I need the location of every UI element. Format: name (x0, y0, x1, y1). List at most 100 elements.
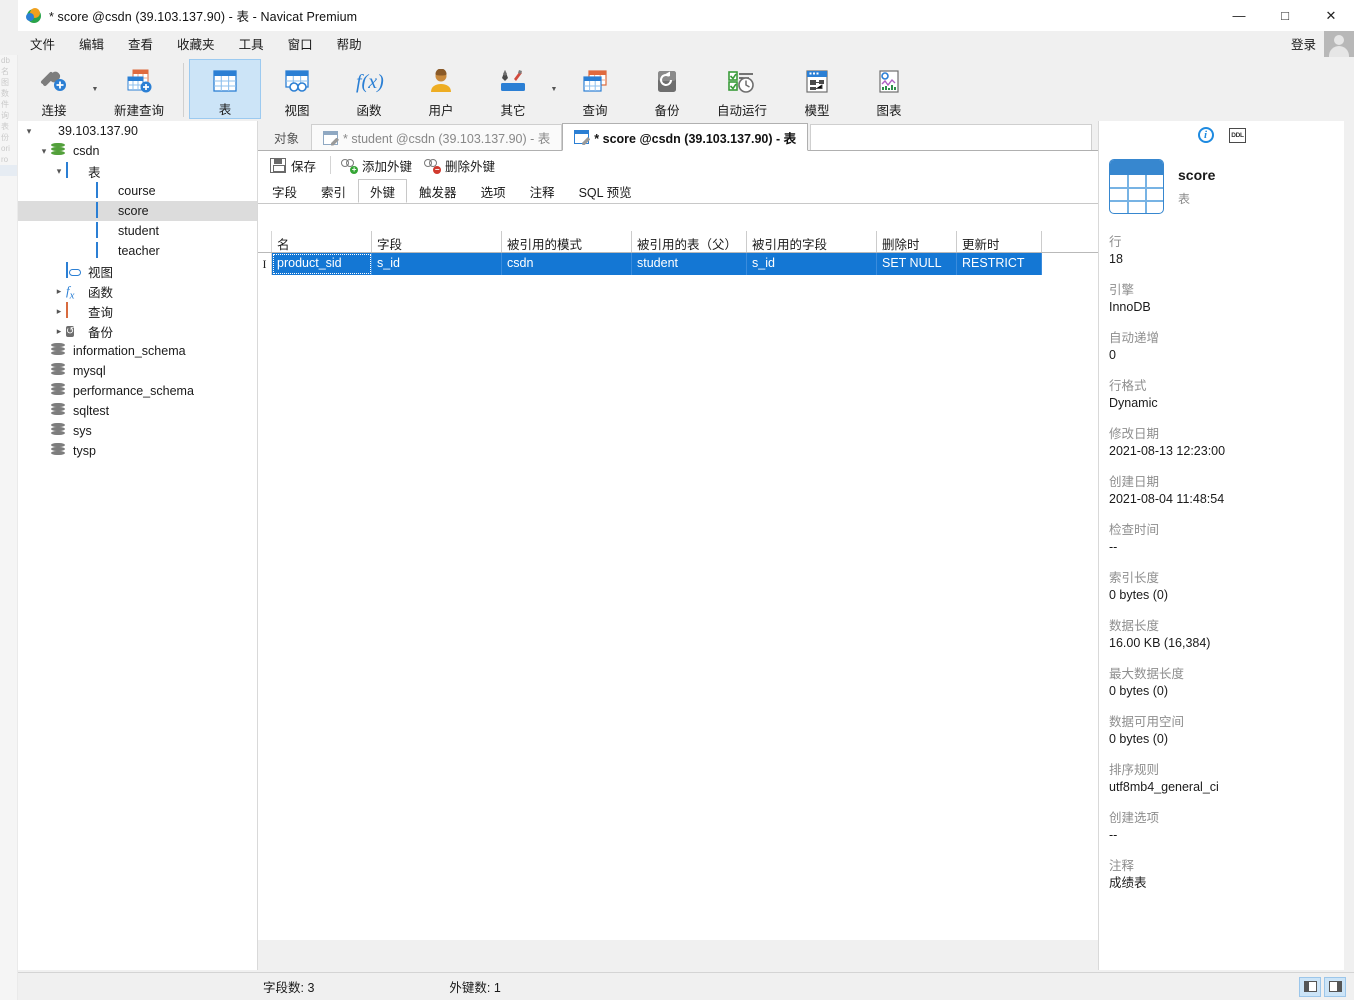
info-field: 最大数据长度 0 bytes (0) (1109, 666, 1344, 700)
tree-twisty-open-icon[interactable] (52, 166, 66, 177)
designer-tab-0[interactable]: 字段 (260, 180, 309, 203)
toolbar-new-query[interactable]: 新建查询 (100, 59, 178, 119)
designer-tab-1[interactable]: 索引 (309, 180, 358, 203)
grid-column-header[interactable]: 删除时 (877, 231, 957, 252)
tab-student-table[interactable]: * student @csdn (39.103.137.90) - 表 (311, 124, 563, 151)
toolbar-connection[interactable]: 连接 (18, 59, 90, 119)
info-field: 引擎 InnoDB (1109, 282, 1344, 316)
grid-cell[interactable]: SET NULL (877, 253, 957, 275)
designer-tab-4[interactable]: 选项 (469, 180, 518, 203)
grid-gutter-header (258, 231, 272, 252)
toolbar-model[interactable]: 模型 (781, 59, 853, 119)
menu-view[interactable]: 查看 (116, 30, 165, 57)
table-icon (96, 202, 113, 219)
toolbar-function[interactable]: f(x) 函数 (333, 59, 405, 119)
foreign-key-grid[interactable]: 名字段 被引用的模式 被引用的表（父） 被引用的字段 删除时 更新时 Iproduct_s… (258, 231, 1098, 940)
designer-tab-5[interactable]: 注释 (518, 180, 567, 203)
designer-tab-3[interactable]: 触发器 (407, 180, 469, 203)
info-field-label: 排序规则 (1109, 763, 1160, 777)
toolbar-user[interactable]: 用户 (405, 59, 477, 119)
tree-item-tysp[interactable]: tysp (18, 441, 257, 461)
toolbar-chart[interactable]: 图表 (853, 59, 925, 119)
designer-tab-6[interactable]: SQL 预览 (567, 180, 644, 203)
tree-item--[interactable]: 表 (18, 161, 257, 181)
grid-cell[interactable]: RESTRICT (957, 253, 1042, 275)
designer-toolbar: 保存 + 添加外键 − 删除外键 (258, 151, 1098, 179)
menu-window[interactable]: 窗口 (276, 30, 325, 57)
tab-score-table[interactable]: * score @csdn (39.103.137.90) - 表 (562, 123, 809, 151)
tree-item-sys[interactable]: sys (18, 421, 257, 441)
tree-item-sqltest[interactable]: sqltest (18, 401, 257, 421)
grid-column-header[interactable]: 字段 (372, 231, 502, 252)
new-query-icon (124, 65, 154, 97)
grid-column-header[interactable]: 被引用的表（父） (632, 231, 747, 252)
toolbar-table[interactable]: 表 (189, 59, 261, 119)
menu-edit[interactable]: 编辑 (67, 30, 116, 57)
grid-row[interactable]: Iproduct_sid s_id csdn student s_id SET NULL R… (258, 253, 1098, 275)
grid-cell[interactable]: csdn (502, 253, 632, 275)
grid-column-header[interactable]: 被引用的字段 (747, 231, 877, 252)
info-field-value: 2021-08-13 12:23:00 (1109, 444, 1226, 458)
avatar[interactable] (1324, 30, 1354, 57)
tree-item-information_schema[interactable]: information_schema (18, 341, 257, 361)
login-link[interactable]: 登录 (1283, 34, 1324, 53)
tree-twisty-closed-icon[interactable] (52, 306, 66, 317)
toolbar-query[interactable]: 查询 (559, 59, 631, 119)
right-panel-icon (1328, 981, 1342, 992)
grid-cell[interactable]: student (632, 253, 747, 275)
tree-item-score[interactable]: score (18, 201, 257, 221)
minimize-button[interactable]: — (1216, 0, 1262, 31)
save-button-label: 保存 (291, 159, 317, 174)
connection-dropdown-caret-icon[interactable]: ▼ (90, 59, 100, 119)
menu-tools[interactable]: 工具 (227, 30, 276, 57)
tree-item--[interactable]: ↺ 备份 (18, 321, 257, 341)
save-icon (270, 157, 286, 173)
delete-foreign-key-button[interactable]: − 删除外键 (420, 153, 503, 178)
maximize-button[interactable]: □ (1262, 0, 1308, 31)
tree-item-csdn[interactable]: csdn (18, 141, 257, 161)
grid-cell[interactable]: s_id (372, 253, 502, 275)
toggle-left-panel-button[interactable] (1299, 976, 1321, 997)
tree-item--[interactable]: fx 函数 (18, 281, 257, 302)
designer-toolbar-separator (330, 156, 332, 174)
toolbar-automation[interactable]: 自动运行 (703, 59, 781, 119)
other-dropdown-caret-icon[interactable]: ▼ (549, 59, 559, 119)
save-button[interactable]: 保存 (266, 153, 324, 178)
menu-favorites[interactable]: 收藏夹 (165, 30, 227, 57)
tree-item-student[interactable]: student (18, 221, 257, 241)
toolbar-view[interactable]: 视图 (261, 59, 333, 119)
info-field-value: 0 bytes (0) (1109, 732, 1169, 746)
tree-twisty-closed-icon[interactable] (52, 326, 66, 337)
toolbar-other[interactable]: 其它 (477, 59, 549, 119)
tree-item-performance_schema[interactable]: performance_schema (18, 381, 257, 401)
add-foreign-key-button[interactable]: + 添加外键 (337, 153, 420, 178)
ddl-tab-button[interactable]: DDL (1229, 126, 1247, 144)
toggle-right-panel-button[interactable] (1324, 976, 1346, 997)
delete-foreign-key-label: 删除外键 (445, 159, 496, 174)
close-button[interactable]: ✕ (1308, 0, 1354, 31)
tree-item-mysql[interactable]: mysql (18, 361, 257, 381)
tree-twisty-open-icon[interactable] (22, 126, 36, 137)
tree-item-39-103-137-90[interactable]: 39.103.137.90 (18, 121, 257, 141)
navicat-window: db 名 图 数 件 询 表 份 ori ro * score @csdn (3… (0, 0, 1354, 1000)
tree-twisty-open-icon[interactable] (37, 146, 51, 157)
grid-column-header[interactable]: 更新时 (957, 231, 1042, 252)
object-tree-sidebar[interactable]: 39.103.137.90 csdn 表 course score student teac… (18, 121, 258, 970)
info-tab-button[interactable]: i (1197, 126, 1215, 144)
tree-item--[interactable]: 查询 (18, 301, 257, 321)
tree-twisty-closed-icon[interactable] (52, 286, 66, 297)
tree-item-teacher[interactable]: teacher (18, 241, 257, 261)
grid-cell[interactable]: s_id (747, 253, 877, 275)
menu-help[interactable]: 帮助 (325, 30, 374, 57)
designer-tab-2[interactable]: 外键 (358, 179, 408, 203)
toolbar-new-query-label: 新建查询 (113, 104, 164, 118)
menu-file[interactable]: 文件 (18, 30, 67, 57)
tree-item-course[interactable]: course (18, 181, 257, 201)
grid-column-header[interactable]: 名 (272, 231, 372, 252)
grid-cell[interactable]: product_sid (272, 253, 372, 275)
grid-column-header[interactable]: 被引用的模式 (502, 231, 632, 252)
tab-objects[interactable]: 对象 (262, 124, 312, 151)
tree-item--[interactable]: 视图 (18, 261, 257, 281)
table-icon (96, 182, 113, 199)
toolbar-backup[interactable]: 备份 (631, 59, 703, 119)
